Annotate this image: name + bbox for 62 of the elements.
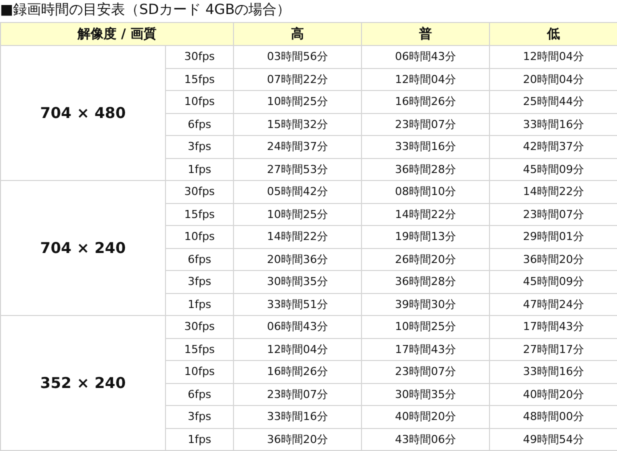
- fps-cell: 3fps: [166, 270, 234, 293]
- fps-cell: 1fps: [166, 293, 234, 316]
- table-cell: 05時間42分: [234, 180, 362, 203]
- column-header: 解像度 / 画質: [0, 22, 234, 46]
- table-cell: 36時間28分: [362, 270, 490, 293]
- fps-cell: 10fps: [166, 90, 234, 113]
- table-cell: 43時間06分: [362, 428, 490, 450]
- table-cell: 30時間35分: [362, 383, 490, 406]
- table-cell: 24時間37分: [234, 136, 362, 158]
- fps-cell: 30fps: [166, 316, 234, 338]
- table-cell: 06時間43分: [362, 46, 490, 68]
- table-cell: 06時間43分: [234, 316, 362, 338]
- table-cell: 19時間13分: [362, 226, 490, 248]
- table-cell: 14時間22分: [362, 203, 490, 226]
- table-cell: 23時間07分: [362, 113, 490, 136]
- table-cell: 07時間22分: [234, 68, 362, 90]
- table-cell: 08時間10分: [362, 180, 490, 203]
- table-cell: 39時間30分: [362, 293, 490, 316]
- table-cell: 36時間28分: [362, 158, 490, 180]
- table-cell: 36時間20分: [234, 428, 362, 450]
- fps-cell: 6fps: [166, 248, 234, 270]
- fps-cell: 6fps: [166, 113, 234, 136]
- fps-cell: 30fps: [166, 46, 234, 68]
- table-cell: 33時間51分: [234, 293, 362, 316]
- table-cell: 27時間53分: [234, 158, 362, 180]
- fps-cell: 15fps: [166, 203, 234, 226]
- resolution-cell: 352 × 240: [0, 316, 166, 450]
- table-cell: 16時間26分: [234, 360, 362, 383]
- resolution-cell: 704 × 240: [0, 180, 166, 316]
- fps-cell: 6fps: [166, 383, 234, 406]
- table-cell: 40時間20分: [362, 406, 490, 428]
- table-cell: 30時間35分: [234, 270, 362, 293]
- table-title: ■録画時間の目安表（SDカード 4GBの場合）: [0, 1, 292, 20]
- column-header: 普: [362, 22, 490, 46]
- fps-cell: 10fps: [166, 226, 234, 248]
- table-cell: 10時間25分: [234, 203, 362, 226]
- table-cell: 15時間32分: [234, 113, 362, 136]
- table-cell: 20時間36分: [234, 248, 362, 270]
- table-cell: 33時間16分: [234, 406, 362, 428]
- fps-cell: 15fps: [166, 338, 234, 360]
- table-cell: 17時間43分: [362, 338, 490, 360]
- fps-cell: 1fps: [166, 158, 234, 180]
- table-cell: 16時間26分: [362, 90, 490, 113]
- table-cell: 10時間25分: [234, 90, 362, 113]
- fps-cell: 10fps: [166, 360, 234, 383]
- table-cell: 14時間22分: [234, 226, 362, 248]
- table-cell: 23時間07分: [362, 360, 490, 383]
- fps-cell: 1fps: [166, 428, 234, 450]
- fps-cell: 3fps: [166, 136, 234, 158]
- table-cell: 03時間56分: [234, 46, 362, 68]
- table-cell: 23時間07分: [234, 383, 362, 406]
- fps-cell: 3fps: [166, 406, 234, 428]
- fps-cell: 30fps: [166, 180, 234, 203]
- resolution-cell: 704 × 480: [0, 46, 166, 180]
- column-header: 高: [234, 22, 362, 46]
- fps-cell: 15fps: [166, 68, 234, 90]
- table-cell: 10時間25分: [362, 316, 490, 338]
- column-header: 低: [490, 22, 617, 46]
- table-cell: 26時間20分: [362, 248, 490, 270]
- table-cell: 12時間04分: [362, 68, 490, 90]
- table-cell: 12時間04分: [234, 338, 362, 360]
- table-cell: 33時間16分: [362, 136, 490, 158]
